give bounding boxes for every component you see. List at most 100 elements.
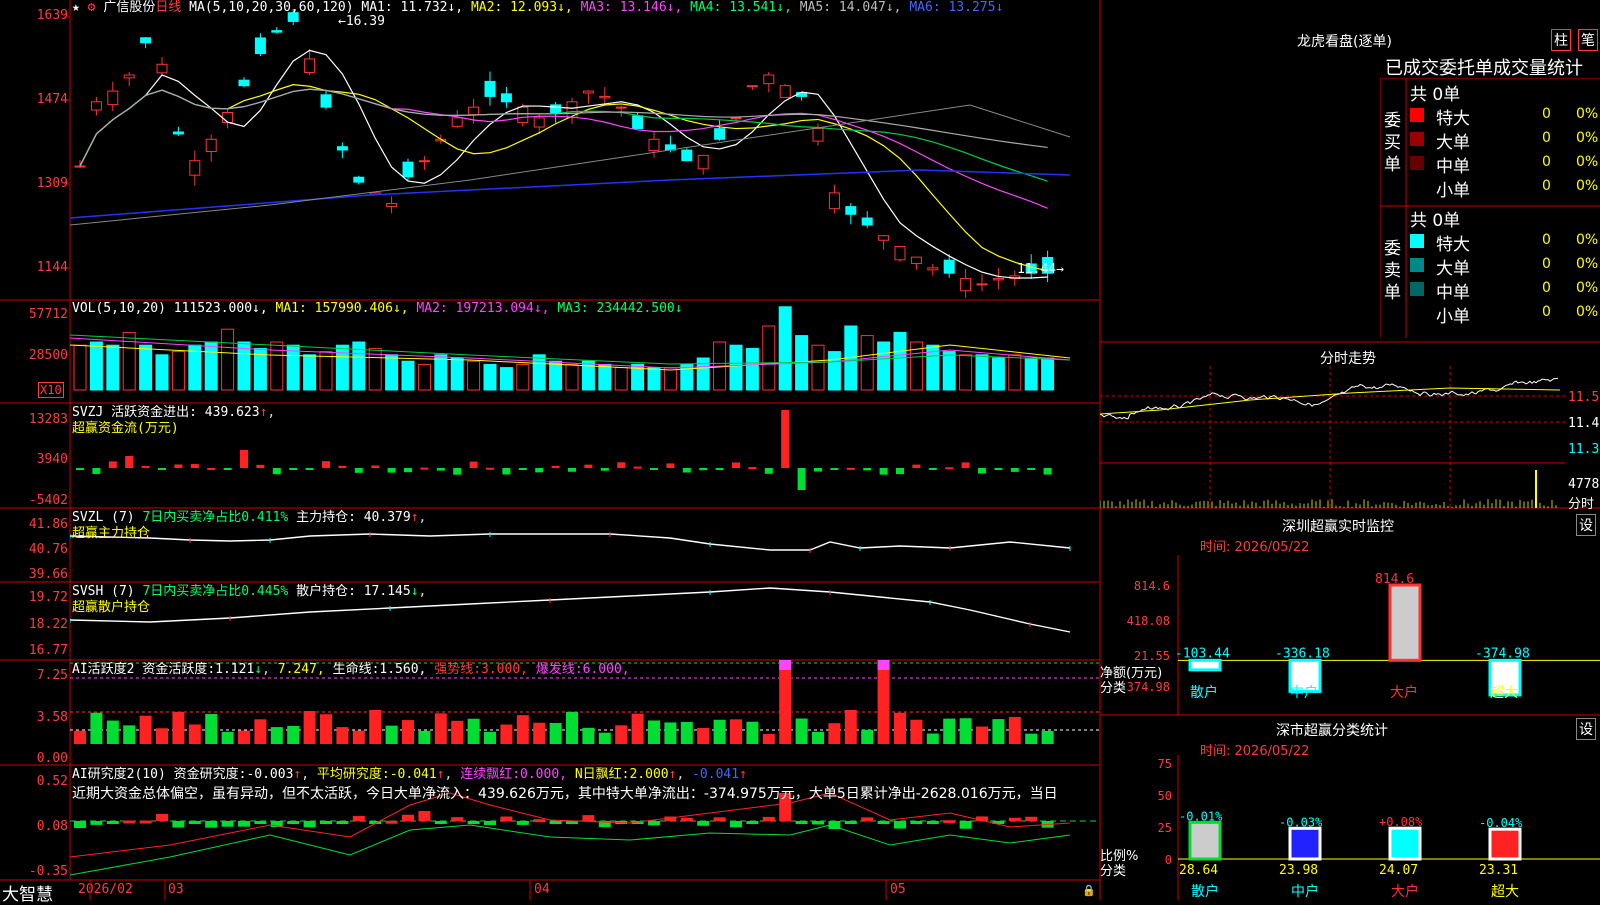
classify-chart[interactable]: 75 50 25 0 -0.01% 28.64 散户 -0.03% 23.98 中户 +0.08% 2…: [1100, 755, 1600, 900]
intraday-ytick: 11.59: [1568, 390, 1600, 405]
row-percent: 0%: [1576, 256, 1599, 272]
ai2-bar: [254, 719, 267, 744]
svzl-header: SVZL (7) 7日内买卖净占比0.411% 主力持仓: 40.379↑,: [72, 510, 427, 525]
row-name: 大单: [1436, 259, 1470, 279]
ai3-bar: [205, 821, 218, 828]
ai3-bar: [188, 821, 201, 824]
ai3-bar: [451, 817, 464, 821]
candle-body: [943, 259, 955, 274]
settings-icon[interactable]: ⚙: [88, 0, 96, 15]
ai2-bar: [664, 722, 677, 744]
ai3-bar: [1025, 816, 1038, 821]
candle-body: [402, 161, 414, 178]
cls-category: 超大: [1491, 884, 1519, 900]
price-chart[interactable]: [70, 0, 1100, 300]
color-swatch: [1410, 132, 1424, 146]
candle-body: [418, 160, 430, 163]
ai3-bar: [910, 821, 923, 824]
volume-bar: [204, 341, 218, 391]
svzj-bar: [141, 465, 150, 468]
ai3-bar: [434, 821, 447, 824]
row-value: 0: [1542, 106, 1551, 122]
candle-body: [714, 128, 726, 140]
volume-bar: [647, 367, 661, 391]
svzj-bar: [1043, 468, 1052, 475]
volume-bar: [663, 367, 677, 391]
row-name: 中单: [1436, 157, 1470, 177]
monitor-chart[interactable]: 814.6 418.08 21.55 -374.98 -103.44 散户 -336.18 中…: [1100, 555, 1600, 715]
ai3-green-line: [70, 824, 1071, 876]
intraday-chart[interactable]: [1100, 366, 1565, 508]
svzl-ytick: 41.86: [28, 517, 68, 532]
ai2-bar: [795, 718, 808, 744]
intra-price-line: [1100, 377, 1559, 420]
ai2-bar: [467, 718, 480, 744]
svzj-bar: [125, 456, 134, 468]
row-value: 0: [1542, 232, 1551, 248]
sell-side-label: 委卖单: [1384, 239, 1401, 303]
row-name: 中单: [1436, 283, 1470, 303]
volume-bar: [155, 354, 169, 391]
volume-bar: [319, 351, 333, 391]
ai2-bar: [106, 720, 119, 744]
svzj-bar: [846, 467, 855, 470]
ai3-item-value: -0.041: [692, 767, 740, 782]
ai2-peak: [877, 660, 890, 670]
ai2-bar: [894, 712, 906, 744]
volume-bar: [221, 328, 235, 391]
ma1-value: 11.732: [400, 0, 448, 15]
svzj-bar: [863, 468, 872, 471]
svzj-bar: [535, 468, 544, 473]
ai2-bar: [828, 723, 841, 744]
volume-bar: [532, 354, 546, 391]
vol-ma2: 197213.094: [455, 301, 534, 316]
ai2-bar: [1025, 733, 1038, 744]
ai2-bar: [992, 719, 1005, 744]
candle-body: [123, 74, 135, 79]
ai3-item-label: 连续飘红:: [460, 767, 521, 782]
star-icon[interactable]: ★: [72, 0, 80, 15]
volume-bar: [89, 341, 103, 391]
ai2-bar: [352, 730, 365, 744]
classify-settings-button[interactable]: 设: [1576, 718, 1596, 740]
candle-body: [599, 95, 611, 99]
candle-body: [517, 106, 529, 123]
ai3-label: AI研究度2(10): [72, 767, 166, 782]
candle-body: [992, 278, 1004, 281]
volume-bar: [499, 367, 513, 391]
svzj-ytick: 13283: [28, 412, 68, 427]
svzj-bar: [404, 468, 412, 473]
bar-mode-button[interactable]: 柱: [1551, 29, 1571, 51]
cls-value-label: 23.31: [1479, 863, 1518, 878]
ai2-bar: [516, 715, 529, 744]
row-percent: 0%: [1576, 232, 1599, 248]
ai3-bar: [123, 820, 136, 824]
lock-icon[interactable]: 🔒: [1082, 884, 1096, 897]
volume-bar: [614, 367, 628, 391]
svzj-label: SVZJ: [72, 405, 104, 420]
mon-ytick: 814.6: [1134, 579, 1170, 593]
mon-ytick: 21.55: [1134, 649, 1170, 663]
volume-bar: [303, 354, 317, 391]
ai2-bar: [533, 722, 546, 744]
svzj-desc: 活跃资金进出:: [111, 405, 197, 420]
volume-bar: [467, 360, 481, 391]
svzj-bar: [158, 468, 166, 470]
volume-bar: [401, 360, 415, 391]
svzj-bar: [928, 468, 937, 470]
volume-bar: [942, 351, 956, 391]
cls-category: 大户: [1391, 883, 1419, 900]
ai3-bar: [385, 820, 398, 824]
period-label[interactable]: 日线: [155, 0, 181, 15]
tick-mode-button[interactable]: 笔: [1578, 29, 1598, 51]
price-ytick: 1639: [36, 8, 68, 23]
svzj-bar: [715, 468, 724, 470]
ai3-bar: [746, 821, 759, 824]
monitor-settings-button[interactable]: 设: [1576, 514, 1596, 536]
volume-bar: [335, 344, 349, 391]
svzj-bar: [748, 467, 757, 470]
candle-body: [582, 90, 594, 94]
vol-ma3: 234442.500: [596, 301, 675, 316]
ai2-bar: [631, 713, 644, 744]
ai2-bar: [303, 710, 316, 744]
